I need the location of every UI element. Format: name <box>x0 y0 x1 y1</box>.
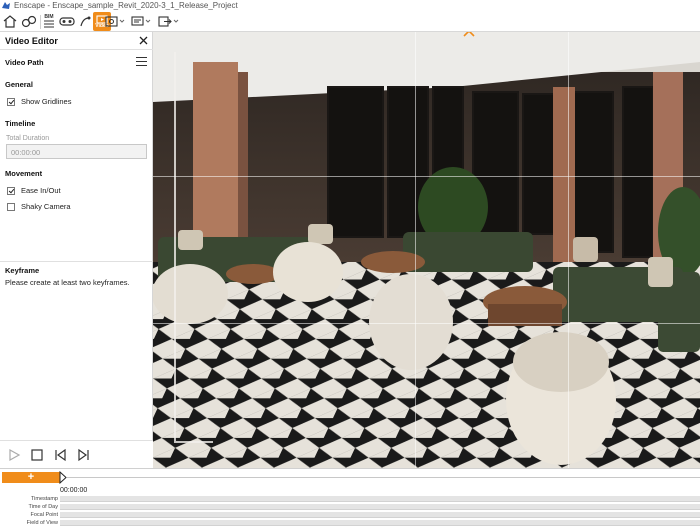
section-divider <box>0 261 153 262</box>
render-viewport[interactable] <box>153 32 700 468</box>
enscape-logo-icon <box>2 2 10 9</box>
timeline-heading: Timeline <box>5 119 36 128</box>
panel-header: Video Editor <box>0 32 153 50</box>
track-label: Focal Point <box>30 512 58 518</box>
views-icon[interactable] <box>20 12 38 31</box>
home-icon[interactable] <box>2 12 18 31</box>
video-editor-panel: Video Editor Video Path General Show Gri… <box>0 32 153 468</box>
keyframe-message: Please create at least two keyframes. <box>5 278 130 287</box>
track-row-timestamp: Timestamp <box>0 496 700 503</box>
timeline-panel: + 00:00:00 Timestamp Time of Day Focal P… <box>0 468 700 530</box>
total-duration-field: 00:00:00 <box>6 144 147 159</box>
chevron-up-icon[interactable] <box>463 32 475 37</box>
checkbox-checked-icon[interactable] <box>7 97 15 106</box>
close-icon[interactable] <box>138 35 149 46</box>
keyframe-heading: Keyframe <box>5 266 40 275</box>
vr-headset-icon[interactable] <box>58 12 76 31</box>
toolbar: BIM Video <box>0 11 700 32</box>
export-icon[interactable] <box>157 12 181 31</box>
playback-controls <box>0 440 153 468</box>
track-bar[interactable] <box>60 496 700 502</box>
bim-icon[interactable]: BIM <box>42 12 56 31</box>
track-row-time-of-day: Time of Day <box>0 504 700 511</box>
show-gridlines-label: Show Gridlines <box>21 97 72 106</box>
video-path-label: Video Path <box>5 58 44 67</box>
stop-icon[interactable] <box>30 448 44 462</box>
shaky-camera-checkbox[interactable]: Shaky Camera <box>7 202 71 211</box>
batch-render-icon[interactable] <box>130 12 152 31</box>
camera-path-icon[interactable] <box>78 12 92 31</box>
track-row-field-of-view: Field of View <box>0 520 700 527</box>
track-bar[interactable] <box>60 512 700 518</box>
track-row-focal-point: Focal Point <box>0 512 700 519</box>
checkbox-checked-icon[interactable] <box>7 186 15 195</box>
screenshot-icon[interactable] <box>104 12 126 31</box>
rendered-lobby-scene <box>153 32 700 468</box>
panel-title: Video Editor <box>5 36 58 46</box>
general-heading: General <box>5 80 33 89</box>
track-bar[interactable] <box>60 520 700 526</box>
window-title: Enscape - Enscape_sample_Revit_2020-3_1_… <box>14 1 238 10</box>
track-label: Time of Day <box>28 504 58 510</box>
shaky-camera-label: Shaky Camera <box>21 202 71 211</box>
gridline-horizontal <box>153 176 700 177</box>
timeline-ruler <box>67 477 700 478</box>
skip-to-start-icon[interactable] <box>53 448 67 462</box>
playhead-icon[interactable] <box>59 471 67 484</box>
track-bar[interactable] <box>60 504 700 510</box>
current-time: 00:00:00 <box>60 487 88 494</box>
play-icon[interactable] <box>7 448 21 462</box>
ease-in-out-label: Ease In/Out <box>21 186 61 195</box>
checkbox-unchecked-icon[interactable] <box>7 202 15 211</box>
track-label: Field of View <box>26 520 58 526</box>
add-keyframe-button[interactable]: + <box>2 472 60 483</box>
menu-icon[interactable] <box>136 57 147 66</box>
skip-to-end-icon[interactable] <box>77 448 91 462</box>
title-bar: Enscape - Enscape_sample_Revit_2020-3_1_… <box>0 0 700 11</box>
track-label: Timestamp <box>31 496 58 502</box>
gridline-vertical <box>568 32 569 468</box>
movement-heading: Movement <box>5 169 43 178</box>
total-duration-label: Total Duration <box>6 135 50 142</box>
ease-in-out-checkbox[interactable]: Ease In/Out <box>7 186 61 195</box>
gridline-vertical <box>415 32 416 468</box>
show-gridlines-checkbox[interactable]: Show Gridlines <box>7 97 71 106</box>
gridline-horizontal <box>153 323 700 324</box>
